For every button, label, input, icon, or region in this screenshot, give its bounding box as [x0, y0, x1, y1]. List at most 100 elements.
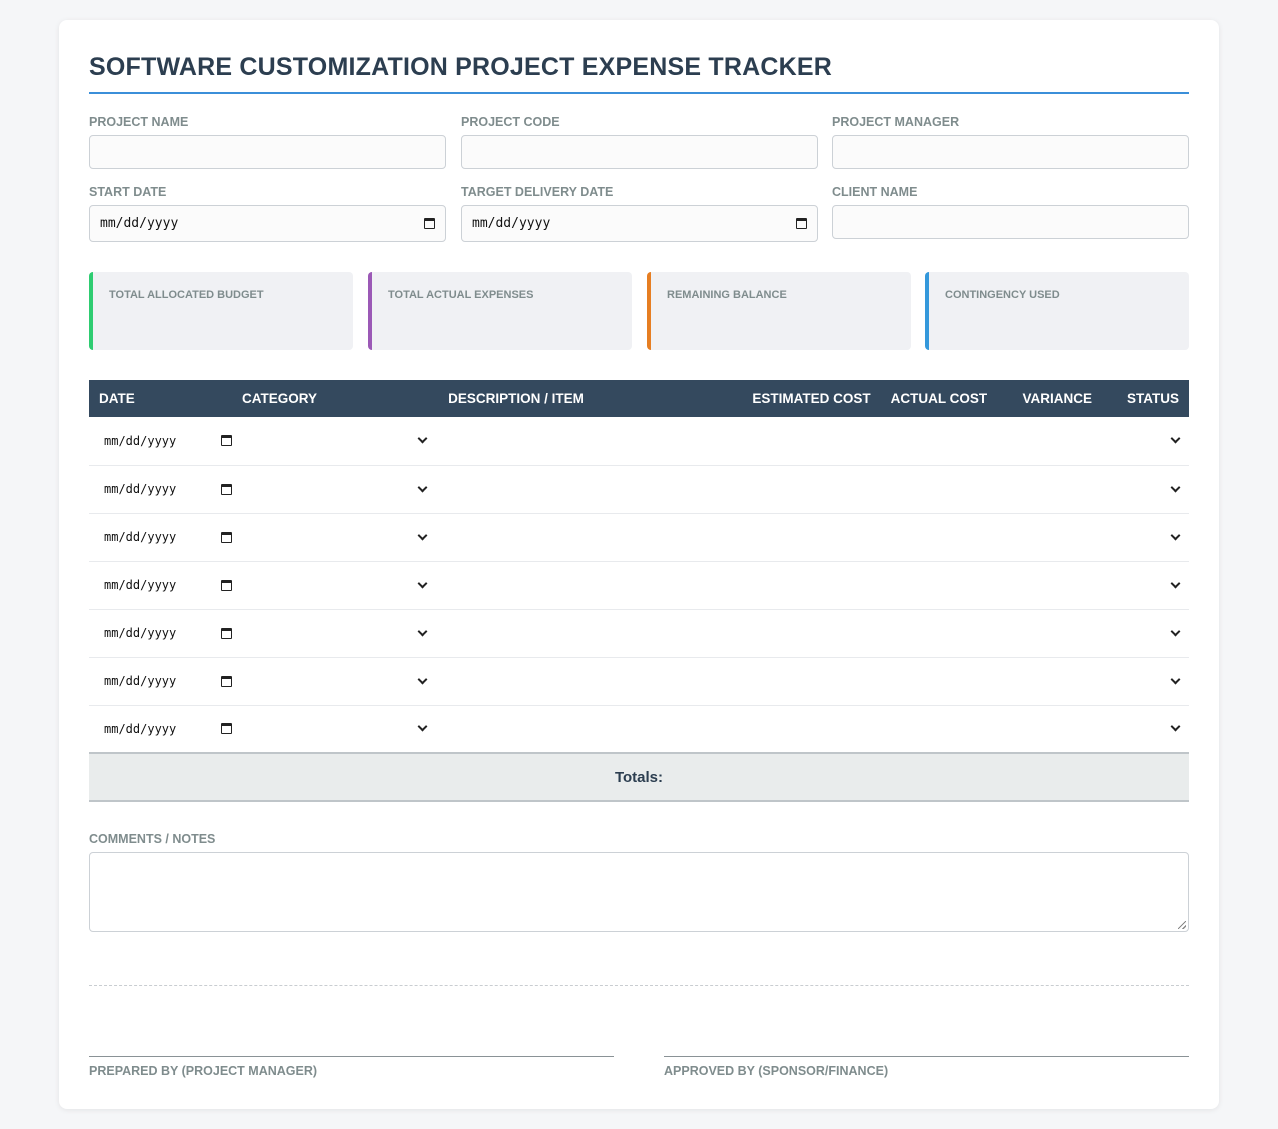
column-header-status: STATUS: [1127, 391, 1179, 406]
description-cell[interactable]: [436, 657, 743, 706]
approved-by-signature-line: [664, 1056, 1189, 1057]
summary-label: CONTINGENCY USED: [945, 289, 1060, 301]
status-cell[interactable]: [1102, 609, 1189, 658]
calendar-icon[interactable]: [221, 627, 232, 639]
calendar-icon[interactable]: [424, 218, 435, 229]
estimated-cost-cell[interactable]: [742, 417, 881, 466]
chevron-down-icon: [417, 721, 428, 732]
table-row: mm/dd/yyyy: [89, 609, 1189, 658]
category-select[interactable]: [232, 482, 436, 492]
calendar-icon[interactable]: [796, 218, 807, 229]
description-cell[interactable]: [436, 513, 743, 562]
category-select[interactable]: [232, 626, 436, 636]
client-name-label: CLIENT NAME: [832, 185, 918, 199]
status-select[interactable]: [1102, 482, 1189, 492]
table-row: mm/dd/yyyy: [89, 513, 1189, 562]
category-cell[interactable]: [232, 513, 437, 562]
actual-cost-cell[interactable]: [880, 465, 998, 514]
status-select[interactable]: [1102, 530, 1189, 540]
status-select[interactable]: [1102, 578, 1189, 588]
category-select[interactable]: [232, 578, 436, 588]
category-cell[interactable]: [232, 657, 437, 706]
date-cell[interactable]: mm/dd/yyyy: [89, 465, 232, 514]
client-name-input[interactable]: [832, 205, 1189, 239]
actual-cost-cell[interactable]: [880, 513, 998, 562]
calendar-icon[interactable]: [221, 723, 232, 735]
status-cell[interactable]: [1102, 657, 1189, 706]
column-header-date: DATE: [99, 391, 135, 406]
project-code-label: PROJECT CODE: [461, 115, 560, 129]
status-cell[interactable]: [1102, 513, 1189, 562]
estimated-cost-cell[interactable]: [742, 657, 881, 706]
date-cell[interactable]: mm/dd/yyyy: [89, 609, 232, 658]
date-cell[interactable]: mm/dd/yyyy: [89, 513, 232, 562]
date-cell[interactable]: mm/dd/yyyy: [89, 705, 232, 754]
chevron-down-icon: [417, 530, 428, 540]
row-date-input[interactable]: mm/dd/yyyy: [104, 434, 232, 448]
calendar-icon[interactable]: [221, 579, 232, 591]
status-select[interactable]: [1102, 721, 1189, 732]
date-cell[interactable]: mm/dd/yyyy: [89, 417, 232, 466]
title-divider: [89, 92, 1189, 94]
category-select[interactable]: [232, 433, 436, 444]
project-manager-input[interactable]: [832, 135, 1189, 169]
status-cell[interactable]: [1102, 705, 1189, 754]
comments-notes-textarea[interactable]: [89, 852, 1189, 932]
start-date-input[interactable]: mm/dd/yyyy: [89, 205, 446, 242]
description-cell[interactable]: [436, 609, 743, 658]
status-select[interactable]: [1102, 626, 1189, 636]
estimated-cost-cell[interactable]: [742, 705, 881, 754]
row-date-input[interactable]: mm/dd/yyyy: [104, 674, 232, 688]
row-date-input[interactable]: mm/dd/yyyy: [104, 626, 232, 640]
calendar-icon[interactable]: [221, 483, 232, 495]
table-row: mm/dd/yyyy: [89, 561, 1189, 610]
summary-card-total-actual-expenses: TOTAL ACTUAL EXPENSES: [368, 272, 632, 350]
description-cell[interactable]: [436, 561, 743, 610]
start-date-label: START DATE: [89, 185, 167, 199]
description-cell[interactable]: [436, 705, 743, 754]
calendar-icon[interactable]: [221, 435, 232, 447]
actual-cost-cell[interactable]: [880, 705, 998, 754]
status-select[interactable]: [1102, 433, 1189, 444]
calendar-icon[interactable]: [221, 675, 232, 687]
calendar-icon[interactable]: [221, 531, 232, 543]
row-date-input[interactable]: mm/dd/yyyy: [104, 578, 232, 592]
category-cell[interactable]: [232, 609, 437, 658]
row-date-input[interactable]: mm/dd/yyyy: [104, 722, 232, 736]
table-header-row: DATE CATEGORY DESCRIPTION / ITEM ESTIMAT…: [89, 380, 1189, 417]
expenses-table: DATE CATEGORY DESCRIPTION / ITEM ESTIMAT…: [89, 380, 1189, 802]
estimated-cost-cell[interactable]: [742, 609, 881, 658]
project-code-input[interactable]: [461, 135, 818, 169]
date-cell[interactable]: mm/dd/yyyy: [89, 657, 232, 706]
category-select[interactable]: [232, 530, 436, 540]
status-cell[interactable]: [1102, 417, 1189, 466]
status-select[interactable]: [1102, 674, 1189, 684]
column-header-estimated-cost: ESTIMATED COST: [752, 391, 871, 406]
row-date-input[interactable]: mm/dd/yyyy: [104, 482, 232, 496]
category-select[interactable]: [232, 721, 436, 732]
status-cell[interactable]: [1102, 561, 1189, 610]
description-cell[interactable]: [436, 465, 743, 514]
category-cell[interactable]: [232, 417, 437, 466]
status-cell[interactable]: [1102, 465, 1189, 514]
target-delivery-date-input[interactable]: mm/dd/yyyy: [461, 205, 818, 242]
actual-cost-cell[interactable]: [880, 657, 998, 706]
resize-handle-icon[interactable]: [1178, 921, 1186, 929]
actual-cost-cell[interactable]: [880, 561, 998, 610]
date-cell[interactable]: mm/dd/yyyy: [89, 561, 232, 610]
estimated-cost-cell[interactable]: [742, 465, 881, 514]
actual-cost-cell[interactable]: [880, 609, 998, 658]
totals-row: Totals:: [89, 752, 1189, 802]
category-cell[interactable]: [232, 465, 437, 514]
estimated-cost-cell[interactable]: [742, 513, 881, 562]
category-select[interactable]: [232, 674, 436, 684]
description-cell[interactable]: [436, 417, 743, 466]
actual-cost-cell[interactable]: [880, 417, 998, 466]
project-manager-label: PROJECT MANAGER: [832, 115, 960, 129]
category-cell[interactable]: [232, 705, 437, 754]
row-date-input[interactable]: mm/dd/yyyy: [104, 530, 232, 544]
estimated-cost-cell[interactable]: [742, 561, 881, 610]
variance-cell: [997, 417, 1103, 466]
project-name-input[interactable]: [89, 135, 446, 169]
category-cell[interactable]: [232, 561, 437, 610]
